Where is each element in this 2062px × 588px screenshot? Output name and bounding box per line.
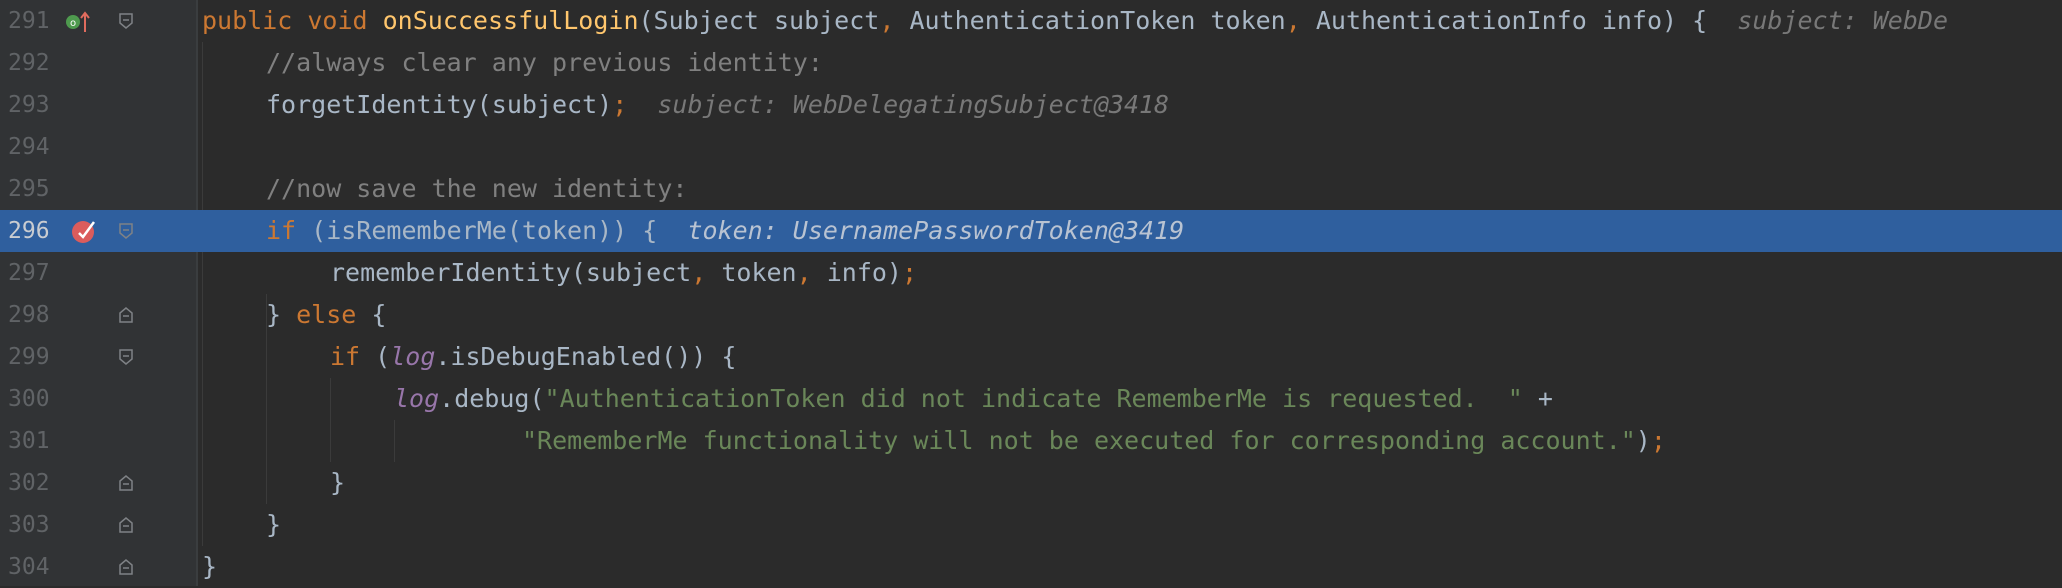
code-token: public void bbox=[202, 6, 383, 35]
code-line[interactable]: 293 forgetIdentity(subject); subject: Web… bbox=[0, 84, 2062, 126]
code-text[interactable]: public void onSuccessfulLogin(Subject su… bbox=[202, 0, 1948, 42]
line-number[interactable]: 291 bbox=[8, 0, 58, 42]
code-token: log bbox=[390, 342, 436, 371]
code-line[interactable]: 298} else { bbox=[0, 294, 2062, 336]
code-token: rememberIdentity(subject bbox=[330, 258, 692, 287]
code-line[interactable]: 300 log.debug("AuthenticationToken did no… bbox=[0, 378, 2062, 420]
code-token: } bbox=[202, 552, 218, 581]
code-editor[interactable]: 291 o public void onSuccessfulLogin(Subjec… bbox=[0, 0, 2062, 586]
code-token: if bbox=[330, 342, 376, 371]
line-number[interactable]: 299 bbox=[8, 336, 58, 378]
code-token: if bbox=[266, 216, 312, 245]
code-token: log bbox=[394, 384, 440, 413]
code-token: "AuthenticationToken did not indicate Re… bbox=[544, 384, 1523, 413]
inline-debug-value: token: UsernamePasswordToken@3419 bbox=[657, 216, 1185, 245]
code-text[interactable]: } bbox=[330, 462, 345, 504]
code-token: } bbox=[266, 300, 297, 329]
code-token: , bbox=[1285, 6, 1316, 35]
line-number[interactable]: 301 bbox=[8, 420, 58, 462]
fold-marker-icon[interactable] bbox=[118, 474, 134, 492]
code-token: onSuccessfulLogin bbox=[382, 6, 639, 35]
code-line[interactable]: 304} bbox=[0, 546, 2062, 588]
code-token: AuthenticationToken token bbox=[909, 6, 1286, 35]
code-token: token bbox=[721, 258, 797, 287]
code-token: ; bbox=[901, 258, 918, 287]
code-line[interactable]: 296 if (isRememberMe(token)) { token: Use… bbox=[0, 210, 2062, 252]
code-token: AuthenticationInfo info) { bbox=[1315, 6, 1708, 35]
breakpoint-icon[interactable] bbox=[70, 217, 98, 249]
fold-marker-icon[interactable] bbox=[118, 516, 134, 534]
code-token: (isRememberMe(token)) { bbox=[311, 216, 658, 245]
code-token: , bbox=[879, 6, 910, 35]
code-line[interactable]: 295 //now save the new identity: bbox=[0, 168, 2062, 210]
fold-marker-icon[interactable] bbox=[118, 222, 134, 240]
fold-marker-icon[interactable] bbox=[118, 12, 134, 30]
code-token: } bbox=[266, 510, 282, 539]
code-token: forgetIdentity(subject) bbox=[266, 90, 613, 119]
fold-marker-icon[interactable] bbox=[118, 306, 134, 324]
code-token: ; bbox=[612, 90, 628, 119]
code-token: ) bbox=[1635, 426, 1651, 455]
code-token: info) bbox=[826, 258, 902, 287]
line-number[interactable]: 300 bbox=[8, 378, 58, 420]
code-text[interactable]: //now save the new identity: bbox=[266, 168, 687, 210]
code-token: , bbox=[796, 258, 827, 287]
line-number[interactable]: 294 bbox=[8, 126, 58, 168]
code-text[interactable]: } bbox=[202, 546, 217, 588]
override-method-icon[interactable]: o bbox=[64, 8, 92, 38]
code-line[interactable]: 302} bbox=[0, 462, 2062, 504]
code-token: , bbox=[691, 258, 722, 287]
code-line[interactable]: 299 if (log.isDebugEnabled()) { bbox=[0, 336, 2062, 378]
inline-debug-value: subject: WebDe bbox=[1707, 6, 1949, 35]
code-line[interactable]: 294 bbox=[0, 126, 2062, 168]
code-token: + bbox=[1522, 384, 1553, 413]
svg-text:o: o bbox=[70, 18, 76, 29]
inline-debug-value: subject: WebDelegatingSubject@3418 bbox=[627, 90, 1170, 119]
code-text[interactable]: } else { bbox=[266, 294, 386, 336]
line-number[interactable]: 297 bbox=[8, 252, 58, 294]
fold-marker-icon[interactable] bbox=[118, 348, 134, 366]
line-number[interactable]: 304 bbox=[8, 546, 58, 588]
code-line[interactable]: 303} bbox=[0, 504, 2062, 546]
line-number[interactable]: 298 bbox=[8, 294, 58, 336]
code-text[interactable]: rememberIdentity(subject, token, info); bbox=[330, 252, 917, 294]
fold-marker-icon[interactable] bbox=[118, 558, 134, 576]
line-number[interactable]: 303 bbox=[8, 504, 58, 546]
code-text[interactable]: forgetIdentity(subject); subject: WebDel… bbox=[266, 84, 1169, 126]
code-text[interactable]: if (isRememberMe(token)) { token: Userna… bbox=[266, 210, 1184, 252]
code-token: (Subject subject bbox=[638, 6, 880, 35]
line-number[interactable]: 296 bbox=[8, 210, 58, 252]
code-token: "RememberMe functionality will not be ex… bbox=[522, 426, 1636, 455]
code-text[interactable]: log.debug("AuthenticationToken did not i… bbox=[394, 378, 1553, 420]
code-text[interactable]: //always clear any previous identity: bbox=[266, 42, 823, 84]
code-token: } bbox=[330, 468, 346, 497]
code-token: ( bbox=[375, 342, 391, 371]
line-number[interactable]: 292 bbox=[8, 42, 58, 84]
code-text[interactable]: if (log.isDebugEnabled()) { bbox=[330, 336, 736, 378]
code-token: else bbox=[296, 300, 372, 329]
code-token: .isDebugEnabled()) { bbox=[435, 342, 737, 371]
code-token: ; bbox=[1650, 426, 1666, 455]
code-line[interactable]: 301 "RememberMe functionality will not be… bbox=[0, 420, 2062, 462]
code-token: //always clear any previous identity: bbox=[266, 48, 823, 77]
code-line[interactable]: 297 rememberIdentity(subject, token, info… bbox=[0, 252, 2062, 294]
code-text[interactable]: "RememberMe functionality will not be ex… bbox=[522, 420, 1666, 462]
code-token: .debug( bbox=[439, 384, 545, 413]
line-number[interactable]: 295 bbox=[8, 168, 58, 210]
code-text[interactable]: } bbox=[266, 504, 281, 546]
line-number[interactable]: 302 bbox=[8, 462, 58, 504]
code-line[interactable]: 291 o public void onSuccessfulLogin(Subjec… bbox=[0, 0, 2062, 42]
code-token: { bbox=[371, 300, 387, 329]
code-line[interactable]: 292 //always clear any previous identity: bbox=[0, 42, 2062, 84]
code-token: //now save the new identity: bbox=[266, 174, 688, 203]
line-number[interactable]: 293 bbox=[8, 84, 58, 126]
